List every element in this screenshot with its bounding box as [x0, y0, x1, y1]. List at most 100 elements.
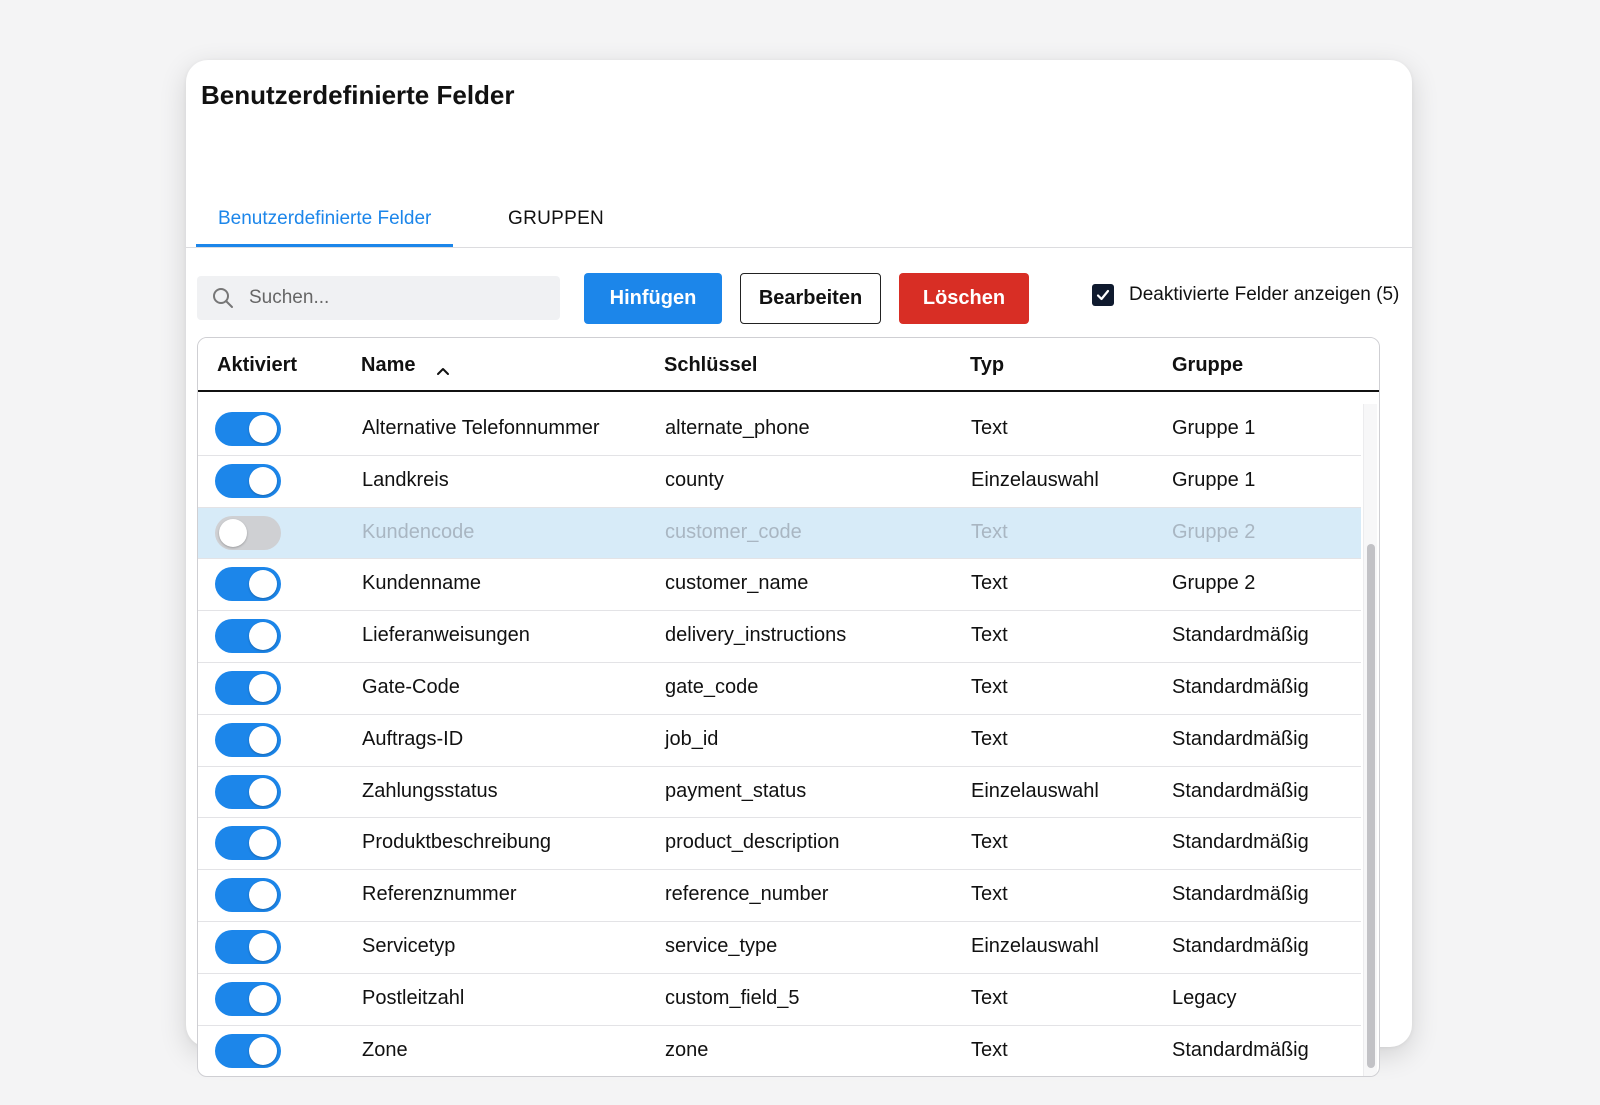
field-key-cell: zone — [665, 1038, 709, 1061]
enabled-toggle[interactable] — [215, 670, 281, 705]
toggle-knob — [249, 466, 277, 495]
table-scrollbar[interactable] — [1363, 404, 1377, 1076]
field-type-cell: Text — [971, 1038, 1008, 1061]
field-name-cell: Gate-Code — [362, 675, 460, 698]
table-row[interactable]: Referenznummer reference_number Text Standa… — [198, 870, 1361, 922]
enabled-toggle[interactable] — [215, 619, 281, 654]
column-header-enabled[interactable]: Aktiviert — [217, 354, 297, 377]
checkmark-icon — [1096, 289, 1110, 301]
field-type-cell: Text — [971, 883, 1008, 906]
table-row[interactable]: Servicetyp service_type Einzelauswahl Stand… — [198, 922, 1361, 974]
field-type-cell: Einzelauswahl — [971, 468, 1099, 491]
enabled-toggle[interactable] — [215, 878, 281, 913]
field-key-cell: gate_code — [665, 675, 759, 698]
field-type-cell: Text — [971, 417, 1008, 439]
scrollbar-thumb[interactable] — [1367, 544, 1375, 1068]
field-key-cell: county — [665, 468, 724, 491]
table-row[interactable]: Kundenname customer_name Text Gruppe 2 — [198, 559, 1361, 612]
table-row[interactable]: Kundencode customer_code Text Gruppe 2 — [198, 507, 1361, 560]
toggle-knob — [249, 415, 277, 443]
field-key-cell: customer_code — [665, 520, 802, 543]
field-name-cell: Postleitzahl — [362, 986, 465, 1009]
field-key-cell: customer_name — [665, 572, 809, 595]
field-name-cell: Landkreis — [362, 468, 449, 491]
enabled-toggle[interactable] — [215, 929, 281, 964]
field-group-cell: Standardmäßig — [1172, 883, 1309, 906]
toggle-knob — [249, 570, 277, 599]
column-header-name[interactable]: Name — [361, 354, 451, 377]
field-group-cell: Gruppe 2 — [1172, 572, 1256, 595]
toggle-knob — [249, 881, 277, 910]
field-name-cell: Kundencode — [362, 520, 475, 543]
search-icon — [211, 286, 235, 310]
enabled-toggle[interactable] — [215, 981, 281, 1016]
field-name-cell: Alternative Telefonnummer — [362, 417, 600, 439]
field-key-cell: service_type — [665, 934, 778, 957]
field-name-cell: Zone — [362, 1038, 408, 1061]
field-type-cell: Text — [971, 986, 1008, 1009]
tab-bar: Benutzerdefinierte Felder GRUPPEN — [186, 190, 1412, 248]
field-type-cell: Text — [971, 727, 1008, 750]
enabled-toggle[interactable] — [215, 722, 281, 757]
toggle-knob — [219, 518, 247, 547]
enabled-toggle[interactable] — [215, 463, 281, 498]
tab-groups[interactable]: GRUPPEN — [508, 208, 604, 244]
field-group-cell: Standardmäßig — [1172, 779, 1309, 802]
toggle-knob — [249, 829, 277, 858]
field-group-cell: Gruppe 1 — [1172, 417, 1256, 439]
field-key-cell: job_id — [665, 727, 719, 750]
field-group-cell: Standardmäßig — [1172, 624, 1309, 647]
show-disabled-checkbox[interactable] — [1092, 284, 1114, 306]
field-type-cell: Text — [971, 675, 1008, 698]
toggle-knob — [249, 984, 277, 1013]
field-group-cell: Gruppe 2 — [1172, 520, 1256, 543]
enabled-toggle[interactable] — [215, 412, 281, 446]
field-group-cell: Gruppe 1 — [1172, 468, 1256, 491]
table-row[interactable]: Zone zone Text Standardmäßig — [198, 1026, 1361, 1076]
delete-button[interactable]: Löschen — [899, 273, 1029, 324]
field-name-cell: Referenznummer — [362, 883, 517, 906]
table-row[interactable]: Alternative Telefonnummer alternate_phone… — [198, 404, 1361, 456]
enabled-toggle[interactable] — [215, 567, 281, 602]
show-disabled-toggle[interactable]: Deaktivierte Felder anzeigen (5) — [1092, 284, 1399, 306]
table-row[interactable]: Postleitzahl custom_field_5 Text Legacy — [198, 974, 1361, 1026]
custom-fields-dialog: Benutzerdefinierte Felder Benutzerdefini… — [186, 60, 1412, 1077]
search-input[interactable] — [249, 287, 539, 309]
field-type-cell: Text — [971, 624, 1008, 647]
toggle-knob — [249, 622, 277, 651]
sort-ascending-icon — [435, 360, 451, 375]
toggle-knob — [249, 725, 277, 754]
field-name-cell: Produktbeschreibung — [362, 831, 552, 854]
column-header-group[interactable]: Gruppe — [1172, 354, 1243, 377]
table-row[interactable]: Produktbeschreibung product_description Te… — [198, 818, 1361, 871]
field-name-cell: Kundenname — [362, 572, 481, 595]
toolbar: Hinfügen Bearbeiten Löschen Deaktivierte… — [186, 266, 1412, 324]
enabled-toggle[interactable] — [215, 826, 281, 861]
enabled-toggle[interactable] — [215, 515, 281, 550]
add-button[interactable]: Hinfügen — [584, 273, 722, 324]
field-type-cell: Text — [971, 520, 1008, 543]
toggle-knob — [249, 1036, 277, 1065]
field-key-cell: reference_number — [665, 883, 829, 906]
enabled-toggle[interactable] — [215, 1033, 281, 1068]
field-group-cell: Standardmäßig — [1172, 831, 1309, 854]
page-title: Benutzerdefinierte Felder — [201, 80, 515, 110]
table-body: Alternative Telefonnummer alternate_phone… — [198, 404, 1361, 1076]
table-row[interactable]: Lieferanweisungen delivery_instructions Te… — [198, 611, 1361, 663]
tab-custom-fields[interactable]: Benutzerdefinierte Felder — [196, 208, 454, 247]
search-box[interactable] — [197, 276, 560, 320]
table-header: Aktiviert Name Schlüssel Typ Gruppe — [198, 338, 1379, 392]
edit-button[interactable]: Bearbeiten — [740, 273, 881, 324]
field-key-cell: delivery_instructions — [665, 624, 847, 647]
table-row[interactable]: Auftrags-ID job_id Text Standardmäßig — [198, 715, 1361, 767]
field-group-cell: Standardmäßig — [1172, 727, 1309, 750]
table-row[interactable]: Gate-Code gate_code Text Standardmäßig — [198, 663, 1361, 715]
column-header-type[interactable]: Typ — [970, 354, 1004, 377]
table-row[interactable]: Zahlungsstatus payment_status Einzelauswah… — [198, 767, 1361, 819]
toggle-knob — [249, 673, 277, 702]
table-row[interactable]: Landkreis county Einzelauswahl Gruppe 1 — [198, 456, 1361, 508]
field-key-cell: product_description — [665, 831, 840, 854]
column-header-key[interactable]: Schlüssel — [664, 354, 757, 377]
enabled-toggle[interactable] — [215, 774, 281, 809]
column-header-name-label: Name — [361, 354, 416, 376]
